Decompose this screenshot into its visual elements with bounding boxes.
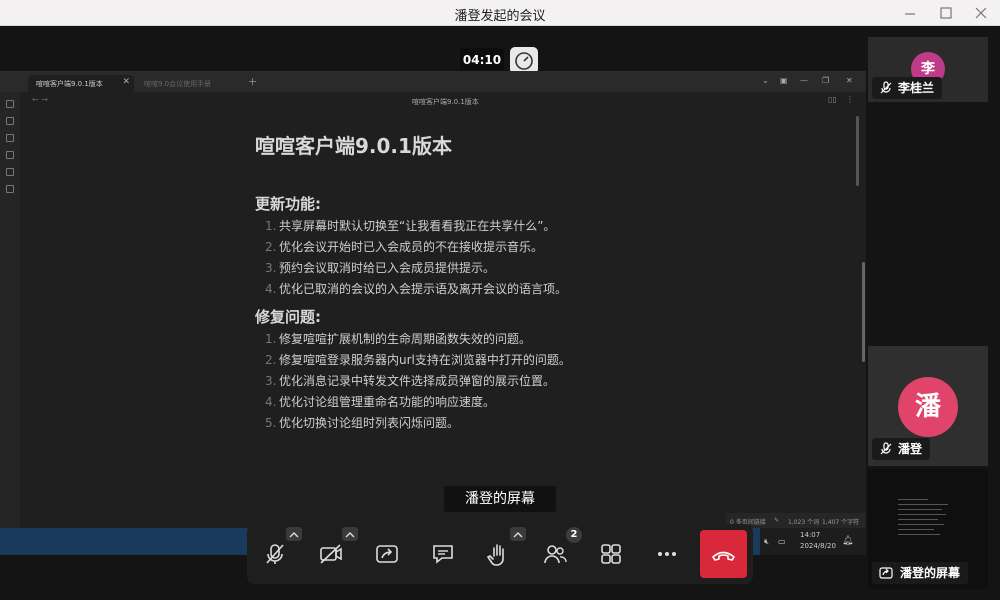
sharer-label: 潘登的屏幕 [444, 486, 556, 512]
list-item: 5. 优化切换讨论组时列表闪烁问题。 [265, 416, 460, 430]
participant-name-chip: 潘登的屏幕 [872, 562, 969, 584]
edit-icon: ✎ [774, 517, 780, 524]
hangup-icon [712, 551, 735, 561]
list-item: 4. 优化讨论组管理重命名功能的响应速度。 [265, 395, 496, 409]
mic-options-chevron-icon[interactable] [286, 527, 302, 541]
camera-off-icon[interactable] [315, 538, 347, 570]
more-icon[interactable] [651, 538, 683, 570]
add-tab-icon: + [248, 75, 258, 88]
minimize-icon: — [800, 76, 808, 85]
tab-label: 喧喧9.0会议使用手册 [144, 80, 212, 88]
nav-arrows-icon: ← → [32, 95, 48, 104]
layout-grid-icon[interactable] [595, 538, 627, 570]
chat-icon[interactable] [427, 538, 459, 570]
editor-tabbar: 喧喧客户端9.0.1版本 ✕ 喧喧9.0会议使用手册 + ⌄ ▣ — ❐ ✕ [0, 72, 866, 92]
mic-off-icon [878, 80, 894, 96]
os-tray: 🔇︎ ▭ 14:07 2024/8/20 🔔︎ [760, 528, 866, 555]
list-item: 2. 优化会议开始时已入会成员的不在接收提示音乐。 [265, 240, 544, 254]
window-titlebar: 潘登发起的会议 [0, 0, 1000, 26]
graph-icon [6, 117, 14, 125]
copy-icon [6, 168, 14, 176]
restore-icon: ❐ [822, 76, 830, 85]
screen-share-tile[interactable]: 潘登的屏幕 [868, 469, 988, 589]
status-chars: 1,407 个字符 [822, 519, 860, 526]
section-heading: 修复问题: [255, 308, 321, 326]
notification-icon: 🔔︎ [842, 536, 854, 546]
list-item: 3. 预约会议取消时给已入会成员提供提示。 [265, 261, 496, 275]
doc-title: 喧喧客户端9.0.1版本 [255, 134, 452, 158]
chevron-down-icon: ⌄ [762, 76, 769, 85]
volume-icon: 🔇︎ [764, 537, 770, 546]
participant-tile[interactable]: 潘 潘登 [868, 346, 988, 466]
meeting-timer: 04:10 [460, 48, 504, 72]
minimize-icon[interactable] [899, 3, 921, 23]
files-icon [6, 100, 14, 108]
tab-inactive: 喧喧9.0会议使用手册 [136, 75, 242, 92]
meeting-controls: 2 [247, 524, 753, 584]
calendar-icon [6, 151, 14, 159]
raise-hand-icon[interactable] [483, 538, 515, 570]
outer-scrollbar [862, 262, 865, 362]
document-content: 喧喧客户端9.0.1版本 更新功能: 1. 共享屏幕时默认切换至“让我看看我正在共… [255, 130, 815, 440]
battery-icon: ▭ [778, 537, 786, 546]
participant-tile[interactable]: 李 李桂兰 [868, 37, 988, 102]
tray-time: 14:07 [800, 531, 821, 539]
avatar: 潘 [898, 377, 958, 437]
participant-name: 潘登的屏幕 [900, 566, 961, 580]
close-icon[interactable] [970, 3, 992, 23]
participants-count-badge: 2 [566, 527, 582, 543]
close-icon: ✕ [122, 77, 130, 87]
editor-scrollbar [856, 116, 859, 186]
maximize-icon[interactable] [935, 3, 957, 23]
window-title: 潘登发起的会议 [454, 9, 546, 24]
list-item: 2. 修复喧喧登录服务器内url支持在浏览器中打开的问题。 [265, 353, 571, 367]
status-words: 1,023 个词 [788, 519, 820, 526]
tray-date: 2024/8/20 [800, 542, 836, 550]
hand-options-chevron-icon[interactable] [510, 527, 526, 541]
canvas-icon [6, 134, 14, 142]
mic-off-icon[interactable] [259, 538, 291, 570]
more-icon: ⋮ [846, 95, 854, 104]
reading-view-icon: ▯▯ [828, 95, 837, 104]
tab-active: 喧喧客户端9.0.1版本 ✕ [28, 75, 134, 92]
participant-name-chip: 潘登 [872, 438, 931, 460]
terminal-icon [6, 185, 14, 193]
list-item: 1. 修复喧喧扩展机制的生命周期函数失效的问题。 [265, 332, 532, 346]
sidebar-toggle-icon: ▣ [780, 76, 788, 85]
tab-label: 喧喧客户端9.0.1版本 [36, 80, 103, 88]
mic-off-icon [878, 441, 894, 457]
participants-icon[interactable] [539, 538, 571, 570]
hangup-button[interactable] [700, 530, 747, 578]
screen-thumbnail [898, 495, 958, 565]
shared-screen: 喧喧客户端9.0.1版本 ✕ 喧喧9.0会议使用手册 + ⌄ ▣ — ❐ ✕ ←… [0, 71, 866, 528]
list-item: 1. 共享屏幕时默认切换至“让我看看我正在共享什么”。 [265, 219, 556, 233]
editor-ribbon [0, 92, 20, 528]
camera-options-chevron-icon[interactable] [342, 527, 358, 541]
share-screen-icon[interactable] [371, 538, 403, 570]
list-item: 4. 优化已取消的会议的入会提示语及离开会议的语言项。 [265, 282, 568, 296]
list-item: 3. 优化消息记录中转发文件选择成员弹窗的展示位置。 [265, 374, 556, 388]
share-screen-icon [878, 565, 894, 581]
feature-list: 1. 共享屏幕时默认切换至“让我看看我正在共享什么”。 2. 优化会议开始时已入会成… [255, 216, 815, 300]
network-quality-icon[interactable] [510, 47, 538, 74]
close-icon: ✕ [846, 76, 853, 85]
section-heading: 更新功能: [255, 195, 321, 213]
participant-name: 潘登 [898, 442, 923, 456]
participant-name-chip: 李桂兰 [872, 77, 943, 99]
participant-name: 李桂兰 [898, 81, 935, 95]
editor-header: ← → 喧喧客户端9.0.1版本 ▯▯ ⋮ [20, 92, 866, 108]
doc-breadcrumb: 喧喧客户端9.0.1版本 [412, 98, 479, 106]
fix-list: 1. 修复喧喧扩展机制的生命周期函数失效的问题。 2. 修复喧喧登录服务器内url支… [255, 329, 815, 434]
